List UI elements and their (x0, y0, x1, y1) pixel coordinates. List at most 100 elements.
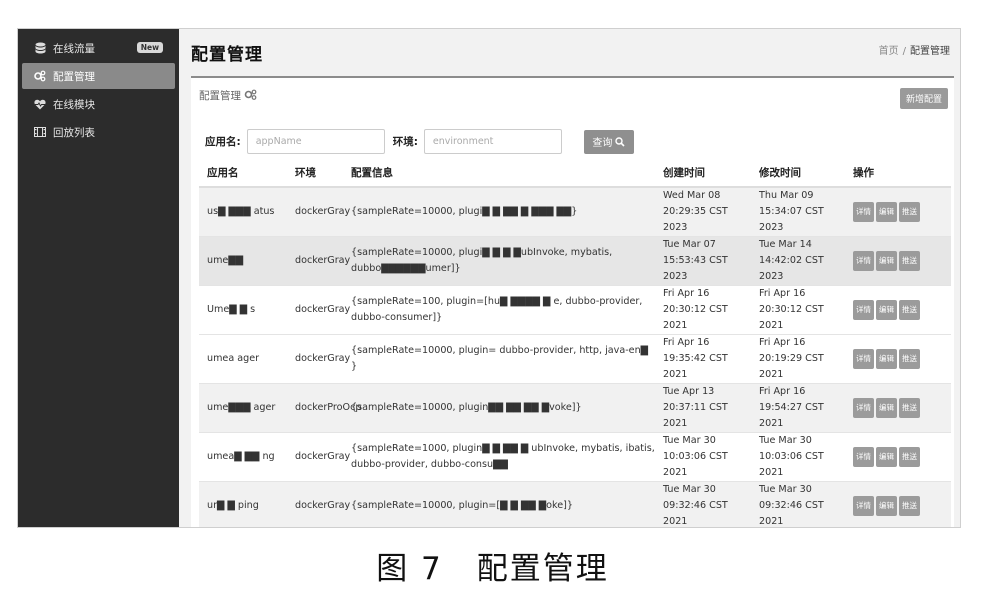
sidebar-item-replay-list[interactable]: 回放列表 (22, 119, 175, 145)
config-table: 应用名 环境 配置信息 创建时间 修改时间 操作 us▇ ▇▇▇ atus doc… (199, 158, 951, 527)
sidebar-item-config-management[interactable]: 配置管理 (22, 63, 175, 89)
figure-title: 配置管理 (476, 551, 609, 587)
table-row: umea ager dockerGray {sampleRate=10000, pl… (199, 334, 951, 384)
push-button[interactable]: 推送 (899, 496, 920, 516)
app-window: 在线流量 New 配置管理 在线模块 回放列表 配置管理 首页 / 配置管理 配… (17, 28, 961, 528)
push-button[interactable]: 推送 (899, 202, 920, 222)
search-icon (615, 136, 625, 147)
sidebar-item-online-traffic[interactable]: 在线流量 New (22, 35, 175, 61)
environment-cell: dockerGray (287, 236, 350, 286)
edit-button[interactable]: 编辑 (876, 398, 897, 418)
detail-button[interactable]: 详情 (853, 447, 874, 467)
panel-title: 配置管理 (199, 90, 241, 102)
config-info-cell: {sampleRate=10000, plugin=[▇ ▇ ▇▇ ▇oke]} (343, 481, 655, 527)
created-time-cell: Tue Apr 13 20:37:11 CST 2021 (655, 383, 751, 433)
figure-number: 图 7 (376, 551, 443, 587)
actions-cell: 详情 编辑 推送 (845, 432, 951, 482)
config-info-cell: {sampleRate=1000, plugin▇ ▇ ▇▇ ▇ ubInvok… (343, 432, 655, 482)
table-row: ume▇▇ dockerGray {sampleRate=10000, plugi▇… (199, 236, 951, 286)
detail-button[interactable]: 详情 (853, 300, 874, 320)
config-info-cell: {sampleRate=10000, plugin= dubbo-provide… (343, 334, 655, 384)
add-config-button[interactable]: 新增配置 (899, 88, 948, 109)
app-name-cell: Ume▇ ▇ s (199, 285, 287, 335)
environment-label: 环境: (392, 136, 418, 148)
environment-cell: dockerGray (287, 186, 350, 237)
actions-cell: 详情 编辑 推送 (845, 481, 951, 527)
edit-button[interactable]: 编辑 (876, 202, 897, 222)
database-icon (34, 42, 46, 54)
actions-cell: 详情 编辑 推送 (845, 334, 951, 384)
actions-cell: 详情 编辑 推送 (845, 186, 951, 237)
sidebar: 在线流量 New 配置管理 在线模块 回放列表 (18, 29, 179, 527)
detail-button[interactable]: 详情 (853, 251, 874, 271)
breadcrumb-current: 配置管理 (910, 46, 950, 57)
created-time-cell: Fri Apr 16 20:30:12 CST 2021 (655, 285, 751, 335)
film-icon (34, 126, 46, 138)
edit-button[interactable]: 编辑 (876, 251, 897, 271)
column-header: 操作 (845, 158, 951, 188)
edit-button[interactable]: 编辑 (876, 349, 897, 369)
edit-button[interactable]: 编辑 (876, 300, 897, 320)
panel-header: 配置管理 (199, 88, 257, 103)
app-name-cell: ume▇▇ (199, 236, 287, 286)
push-button[interactable]: 推送 (899, 300, 920, 320)
edit-button[interactable]: 编辑 (876, 447, 897, 467)
push-button[interactable]: 推送 (899, 349, 920, 369)
detail-button[interactable]: 详情 (853, 398, 874, 418)
table-row: umea▇ ▇▇ ng dockerGray {sampleRate=1000, p… (199, 432, 951, 482)
modified-time-cell: Fri Apr 16 19:54:27 CST 2021 (751, 383, 845, 433)
table-row: Ume▇ ▇ s dockerGray {sampleRate=100, plugi… (199, 285, 951, 335)
breadcrumb-home[interactable]: 首页 (879, 46, 899, 57)
sidebar-item-online-modules[interactable]: 在线模块 (22, 91, 175, 117)
app-name-cell: us▇ ▇▇▇ atus (199, 186, 287, 237)
actions-cell: 详情 编辑 推送 (845, 236, 951, 286)
push-button[interactable]: 推送 (899, 251, 920, 271)
search-button[interactable]: 查询 (583, 129, 634, 154)
actions-cell: 详情 编辑 推送 (845, 285, 951, 335)
created-time-cell: Fri Apr 16 19:35:42 CST 2021 (655, 334, 751, 384)
gears-icon (34, 70, 46, 82)
environment-cell: dockerGray (287, 334, 350, 384)
created-time-cell: Tue Mar 30 10:03:06 CST 2021 (655, 432, 751, 482)
config-panel: 配置管理 新增配置 应用名: appName 环境: environment 查… (191, 76, 954, 527)
actions-cell: 详情 编辑 推送 (845, 383, 951, 433)
push-button[interactable]: 推送 (899, 447, 920, 467)
app-name-cell: ume▇▇▇ ager (199, 383, 287, 433)
created-time-cell: Tue Mar 30 09:32:46 CST 2021 (655, 481, 751, 527)
sidebar-item-label: 配置管理 (53, 70, 95, 83)
detail-button[interactable]: 详情 (853, 202, 874, 222)
config-info-cell: {sampleRate=10000, plugi▇ ▇ ▇▇ ▇ ▇▇▇ ▇▇} (343, 186, 655, 237)
environment-cell: dockerProOcp (287, 383, 361, 433)
search-button-label: 查询 (592, 138, 613, 149)
modified-time-cell: Tue Mar 30 09:32:46 CST 2021 (751, 481, 845, 527)
column-header: 配置信息 (343, 158, 655, 188)
detail-button[interactable]: 详情 (853, 496, 874, 516)
gears-icon (244, 89, 257, 103)
column-header: 环境 (287, 158, 343, 188)
table-row: ur▇ ▇ ping dockerGray {sampleRate=10000, p… (199, 481, 951, 527)
table-row: ume▇▇▇ ager dockerProOcp {sampleRate=10000… (199, 383, 951, 433)
environment-cell: dockerGray (287, 285, 350, 335)
push-button[interactable]: 推送 (899, 398, 920, 418)
table-header-row: 应用名 环境 配置信息 创建时间 修改时间 操作 (199, 158, 951, 188)
app-name-cell: umea▇ ▇▇ ng (199, 432, 287, 482)
edit-button[interactable]: 编辑 (876, 496, 897, 516)
detail-button[interactable]: 详情 (853, 349, 874, 369)
config-info-cell: {sampleRate=100, plugin=[hu▇ ▇▇▇▇ ▇ e, d… (343, 285, 655, 335)
app-name-cell: umea ager (199, 334, 287, 384)
heartbeat-icon (34, 98, 46, 110)
sidebar-item-label: 在线流量 (53, 42, 95, 55)
column-header: 修改时间 (751, 158, 845, 188)
column-header: 创建时间 (655, 158, 751, 188)
environment-input[interactable]: environment (423, 129, 562, 154)
table-row: us▇ ▇▇▇ atus dockerGray {sampleRate=10000,… (199, 186, 951, 237)
figure-caption: 图 7 配置管理 (0, 543, 985, 588)
breadcrumb: 首页 / 配置管理 (879, 42, 950, 57)
app-name-input[interactable]: appName (246, 129, 385, 154)
sidebar-item-label: 回放列表 (53, 126, 95, 139)
breadcrumb-separator: / (902, 46, 906, 57)
modified-time-cell: Tue Mar 30 10:03:06 CST 2021 (751, 432, 845, 482)
config-info-cell: {sampleRate=10000, plugin▇▇ ▇▇ ▇▇ ▇voke]… (343, 383, 655, 433)
created-time-cell: Wed Mar 08 20:29:35 CST 2023 (655, 186, 751, 237)
created-time-cell: Tue Mar 07 15:53:43 CST 2023 (655, 236, 751, 286)
